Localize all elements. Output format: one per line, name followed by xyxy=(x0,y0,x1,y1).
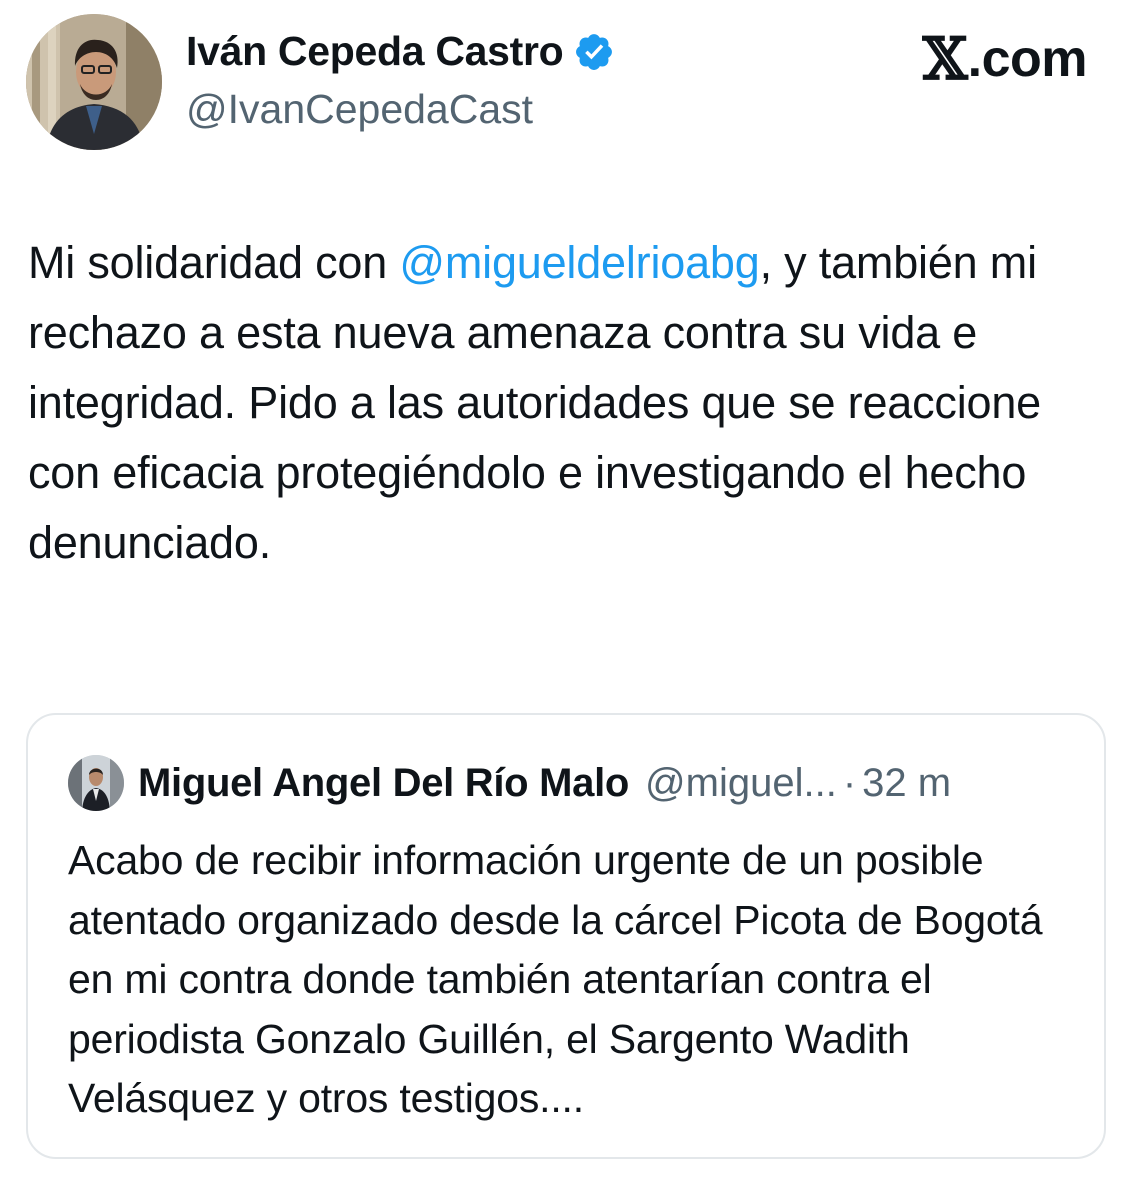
mention-link[interactable]: @migueldelrioabg xyxy=(399,237,759,288)
author-name[interactable]: Iván Cepeda Castro xyxy=(186,28,564,75)
quoted-tweet-text: Acabo de recibir información urgente de … xyxy=(68,837,1043,1121)
quoted-author-avatar[interactable] xyxy=(68,755,124,811)
x-logo-icon: 𝕏 xyxy=(922,25,968,93)
tweet-text: Mi solidaridad con @migueldelrioabg, y t… xyxy=(28,228,1108,578)
author-name-row: Iván Cepeda Castro xyxy=(186,28,615,75)
author-handle[interactable]: @IvanCepedaCast xyxy=(186,86,533,133)
quoted-timestamp[interactable]: 32 m xyxy=(862,761,951,806)
quoted-separator: · xyxy=(842,760,857,805)
quoted-tweet-header: Miguel Angel Del Río Malo @miguel... · 3… xyxy=(68,755,951,811)
quoted-author-name[interactable]: Miguel Angel Del Río Malo xyxy=(138,761,629,806)
verified-badge-icon xyxy=(573,31,615,73)
brand-suffix: .com xyxy=(967,30,1088,88)
quoted-author-handle[interactable]: @miguel... xyxy=(645,761,837,806)
quoted-tweet-card[interactable]: Miguel Angel Del Río Malo @miguel... · 3… xyxy=(26,713,1106,1159)
quoted-author-avatar-image xyxy=(68,755,124,811)
tweet-text-before: Mi solidaridad con xyxy=(28,237,400,288)
brand-logo: 𝕏 .com xyxy=(922,25,1088,93)
author-avatar-image xyxy=(26,14,162,150)
author-avatar[interactable] xyxy=(26,14,162,150)
